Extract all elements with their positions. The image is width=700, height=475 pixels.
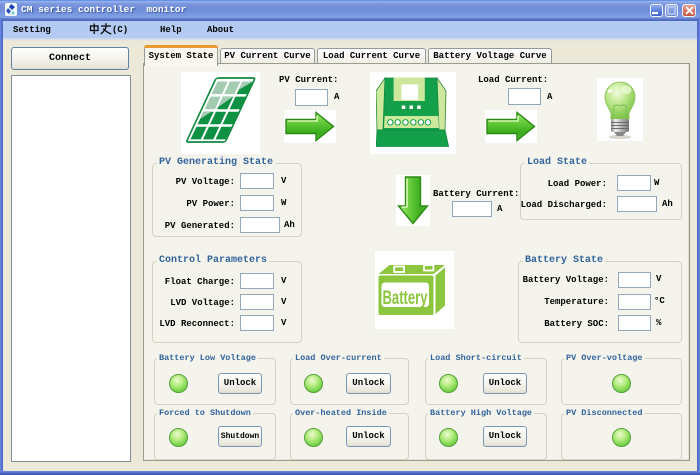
svg-text:Battery: Battery <box>383 288 428 309</box>
